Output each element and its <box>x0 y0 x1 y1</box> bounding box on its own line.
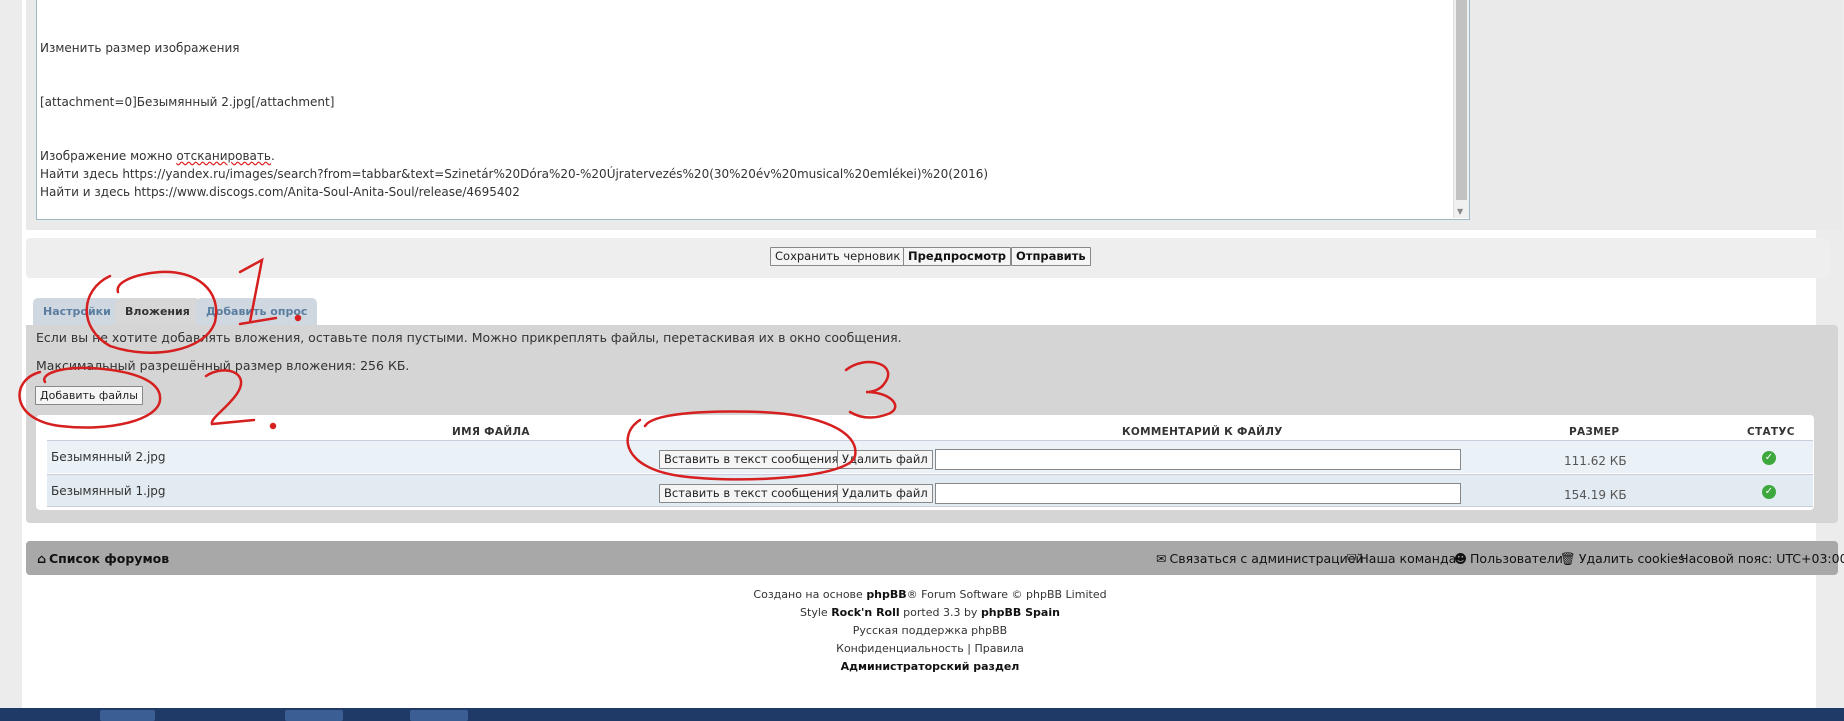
trash-icon: 🗑 <box>1560 551 1576 566</box>
file-comment-input[interactable] <box>935 449 1461 470</box>
credits-text: ® Forum Software © phpBB Limited <box>906 588 1107 601</box>
members-link[interactable]: ☻ Пользователи <box>1454 551 1563 566</box>
editor-line-yandex: Найти здесь https://yandex.ru/images/sea… <box>40 167 989 181</box>
credits-text: Style <box>800 606 832 619</box>
credits-text: ported 3.3 by <box>899 606 981 619</box>
scrollbar-thumb[interactable] <box>1456 0 1467 200</box>
status-ok-icon: ✓ <box>1762 451 1776 465</box>
attachments-hint: Если вы не хотите добавлять вложения, ос… <box>36 330 902 345</box>
add-files-button[interactable]: Добавить файлы <box>35 386 143 405</box>
porter-link[interactable]: phpBB Spain <box>981 606 1060 619</box>
tab-settings[interactable]: Настройки <box>33 298 121 325</box>
attachment-size: 154.19 КБ <box>1564 488 1627 502</box>
insert-into-message-button[interactable]: Вставить в текст сообщения <box>659 450 844 469</box>
forum-index-label: Список форумов <box>48 551 170 566</box>
forum-index-link[interactable]: ⌂ Список форумов <box>37 551 169 566</box>
taskbar-button[interactable] <box>285 710 343 721</box>
delete-file-button[interactable]: Удалить файл <box>837 450 933 469</box>
credits-style: Style Rock'n Roll ported 3.3 by phpBB Sp… <box>0 606 1844 619</box>
editor-line-resize: Изменить размер изображения <box>40 41 240 55</box>
os-taskbar <box>0 708 1844 721</box>
insert-into-message-button[interactable]: Вставить в текст сообщения <box>659 484 844 503</box>
team-link[interactable]: ⛉ Наша команда <box>1347 551 1456 567</box>
shield-icon: ⛉ <box>1347 551 1357 566</box>
team-label: Наша команда <box>1359 551 1457 566</box>
separator: | <box>963 642 975 655</box>
style-link[interactable]: Rock'n Roll <box>831 606 899 619</box>
members-label: Пользователи <box>1470 551 1563 566</box>
attachment-size: 111.62 КБ <box>1564 454 1627 468</box>
timezone-info: Часовой пояс: UTC+03:00 <box>1680 551 1844 566</box>
credits-text: Создано на основе <box>753 588 867 601</box>
attachment-filename: Безымянный 1.jpg <box>51 484 166 498</box>
contact-admin-link[interactable]: ✉ Связаться с администрацией <box>1156 551 1364 566</box>
taskbar-button[interactable] <box>410 710 468 721</box>
spellcheck-word: отсканировать <box>176 149 271 163</box>
privacy-terms-links: Конфиденциальность | Правила <box>0 642 1844 655</box>
editor-scrollbar[interactable]: ▼ <box>1453 0 1469 218</box>
editor-text: . <box>270 149 275 163</box>
terms-link[interactable]: Правила <box>974 642 1023 655</box>
editor-line-discogs: Найти и здесь https://www.discogs.com/An… <box>40 185 520 199</box>
preview-button[interactable]: Предпросмотр <box>903 247 1012 266</box>
admin-panel-link[interactable]: Администраторский раздел <box>0 660 1844 673</box>
delete-file-button[interactable]: Удалить файл <box>837 484 933 503</box>
editor-line-scan: Изображение можно отсканировать. <box>40 149 275 163</box>
home-icon: ⌂ <box>37 551 46 566</box>
privacy-link[interactable]: Конфиденциальность <box>836 642 964 655</box>
submit-button[interactable]: Отправить <box>1011 247 1091 266</box>
file-comment-input[interactable] <box>935 483 1461 504</box>
scroll-down-arrow-icon[interactable]: ▼ <box>1457 207 1463 216</box>
credits-phpbb: Создано на основе phpBB® Forum Software … <box>0 588 1844 601</box>
column-header-status: СТАТУС <box>1747 426 1795 438</box>
column-header-filename: ИМЯ ФАЙЛА <box>452 426 530 438</box>
contact-label: Связаться с администрацией <box>1169 551 1364 566</box>
envelope-icon: ✉ <box>1156 551 1167 566</box>
max-attachment-size: Максимальный разрешённый размер вложения… <box>36 358 410 373</box>
save-draft-button[interactable]: Сохранить черновик <box>770 247 906 266</box>
editor-line-attachment: [attachment=0]Безымянный 2.jpg[/attachme… <box>40 95 335 109</box>
attachment-filename: Безымянный 2.jpg <box>51 450 166 464</box>
taskbar-button[interactable] <box>100 710 155 721</box>
window-left-margin <box>0 0 22 708</box>
tab-add-poll[interactable]: Добавить опрос <box>196 298 318 325</box>
russian-support-link[interactable]: Русская поддержка phpBB <box>0 624 1844 637</box>
editor-text: Изображение можно <box>40 149 177 163</box>
tab-attachments[interactable]: Вложения <box>115 298 200 325</box>
status-ok-icon: ✓ <box>1762 485 1776 499</box>
delete-cookies-link[interactable]: 🗑 Удалить cookies <box>1560 551 1685 567</box>
message-textarea[interactable]: Изменить размер изображения [attachment=… <box>36 0 1470 220</box>
phpbb-link[interactable]: phpBB <box>866 588 906 601</box>
column-header-size: РАЗМЕР <box>1569 426 1620 438</box>
users-icon: ☻ <box>1454 551 1468 566</box>
column-header-comment: КОММЕНТАРИЙ К ФАЙЛУ <box>1122 426 1283 438</box>
cookies-label: Удалить cookies <box>1578 551 1685 566</box>
